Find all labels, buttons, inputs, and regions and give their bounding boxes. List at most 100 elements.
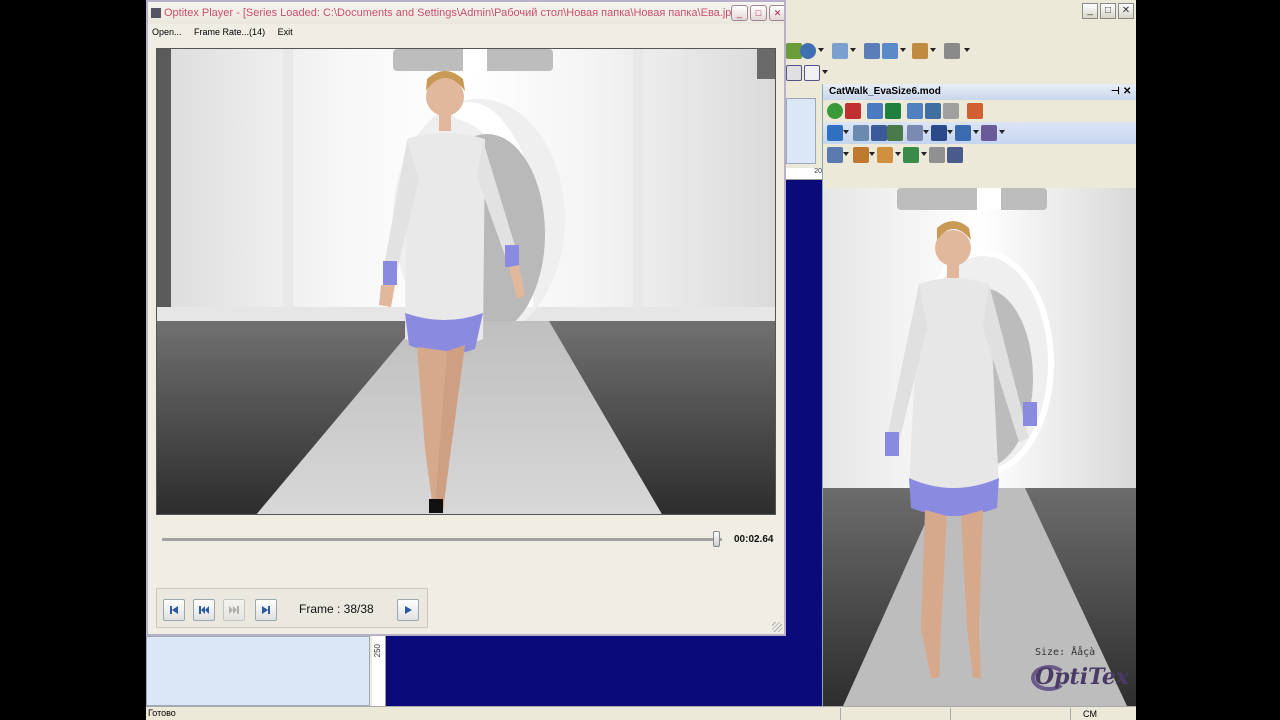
zoom-icon[interactable]: [853, 125, 869, 141]
axis-icon[interactable]: [827, 125, 843, 141]
chevron-down-icon[interactable]: [930, 48, 936, 52]
chevron-down-icon[interactable]: [999, 130, 1005, 134]
grid-icon[interactable]: [943, 103, 959, 119]
tshirt-icon[interactable]: [877, 147, 893, 163]
playback-controls: Frame : 38/38: [156, 588, 428, 628]
workspace-area[interactable]: [786, 180, 822, 706]
optitex-logo: OptiTex: [1035, 664, 1130, 690]
workspace-area-lower[interactable]: [386, 636, 822, 706]
play-icon: [405, 606, 412, 614]
page-icon[interactable]: [804, 65, 820, 81]
chevron-down-icon[interactable]: [850, 48, 856, 52]
player-viewport[interactable]: [156, 48, 776, 515]
chevron-down-icon[interactable]: [895, 152, 901, 156]
player-title: Optitex Player - [Series Loaded: C:\Docu…: [164, 7, 741, 19]
menu-open[interactable]: Open...: [152, 27, 182, 37]
catwalk-toolbar-3: [823, 144, 1136, 166]
delete-icon[interactable]: [845, 103, 861, 119]
chevron-down-icon[interactable]: [964, 48, 970, 52]
main-toolbar-row-2: [786, 62, 846, 84]
fabric-icon[interactable]: [967, 103, 983, 119]
catwalk-panel-titlebar: CatWalk_EvaSize6.mod ⊣ ✕: [823, 84, 1136, 100]
pieces-panel[interactable]: [146, 636, 370, 706]
pin-icon[interactable]: ⊣: [1111, 84, 1120, 100]
catwalk-panel: CatWalk_EvaSize6.mod ⊣ ✕ Size: Ååçà Opti…: [822, 84, 1136, 706]
stitch-icon[interactable]: [887, 125, 903, 141]
app-icon: [151, 8, 161, 18]
status-cell-unit: CM: [1070, 708, 1136, 720]
catwalk-3d-view[interactable]: Size: Ååçà: [823, 188, 1136, 706]
monitor-icon[interactable]: [931, 125, 947, 141]
chevron-down-icon[interactable]: [822, 70, 828, 74]
menu-exit[interactable]: Exit: [278, 27, 293, 37]
maximize-button[interactable]: □: [750, 5, 767, 21]
chevron-down-icon[interactable]: [869, 152, 875, 156]
menu-frame-rate[interactable]: Frame Rate...(14): [194, 27, 265, 37]
close-icon[interactable]: ✕: [1123, 84, 1131, 100]
chevron-down-icon[interactable]: [947, 130, 953, 134]
chevron-down-icon[interactable]: [923, 130, 929, 134]
catwalk-scene-image: [823, 188, 1136, 706]
chevron-down-icon[interactable]: [973, 130, 979, 134]
play-button[interactable]: [397, 599, 419, 621]
close-button[interactable]: ✕: [769, 5, 784, 21]
play-icon[interactable]: [885, 103, 901, 119]
ruler-mark: 20: [814, 168, 822, 175]
step-back-button[interactable]: [193, 599, 215, 621]
text-icon[interactable]: [871, 125, 887, 141]
measure-tool-icon[interactable]: [864, 43, 880, 59]
minimize-button[interactable]: _: [1082, 3, 1098, 19]
document-icon[interactable]: [786, 65, 802, 81]
table-icon[interactable]: [947, 147, 963, 163]
skip-back-icon: [170, 606, 178, 614]
side-panel: [786, 98, 816, 164]
minimize-button[interactable]: _: [731, 5, 748, 21]
step-forward-button[interactable]: [223, 599, 245, 621]
pencil-icon[interactable]: [827, 147, 843, 163]
status-cell: [840, 708, 950, 720]
status-bar: Готово CM: [146, 706, 1136, 720]
player-titlebar[interactable]: Optitex Player - [Series Loaded: C:\Docu…: [148, 2, 784, 24]
catwalk-toolbar-1: [823, 100, 1136, 122]
chevron-down-icon[interactable]: [921, 152, 927, 156]
pen-tool-icon[interactable]: [832, 43, 848, 59]
camera-icon[interactable]: [867, 103, 883, 119]
main-window-titlebar: _ □ ✕: [786, 0, 1136, 22]
time-label: 00:02.64: [734, 534, 774, 545]
first-frame-button[interactable]: [163, 599, 185, 621]
chevron-down-icon[interactable]: [900, 48, 906, 52]
seek-track[interactable]: [162, 538, 722, 541]
close-button[interactable]: ✕: [1118, 3, 1134, 19]
status-cell: [950, 708, 1070, 720]
fast-forward-icon: [229, 606, 239, 614]
people-icon[interactable]: [981, 125, 997, 141]
unit-label: CM: [1083, 709, 1097, 719]
maximize-button[interactable]: □: [1100, 3, 1116, 19]
status-text: Готово: [148, 708, 176, 718]
optitex-player-window: Optitex Player - [Series Loaded: C:\Docu…: [146, 0, 786, 636]
chevron-down-icon[interactable]: [843, 152, 849, 156]
notch-tool-icon[interactable]: [882, 43, 898, 59]
main-toolbar-row-1: [786, 40, 1006, 62]
catwalk-panel-title: CatWalk_EvaSize6.mod: [829, 86, 941, 97]
last-frame-button[interactable]: [255, 599, 277, 621]
piece-tool-icon[interactable]: [944, 43, 960, 59]
frame-counter: Frame : 38/38: [299, 602, 374, 616]
size-label: Size: Ååçà: [1035, 647, 1096, 658]
resize-grip[interactable]: [772, 622, 782, 632]
circle-tool-icon[interactable]: [800, 43, 816, 59]
folder-icon[interactable]: [955, 125, 971, 141]
wand-icon[interactable]: [929, 147, 945, 163]
tape-icon[interactable]: [853, 147, 869, 163]
attach-icon[interactable]: [903, 147, 919, 163]
seek-thumb[interactable]: [712, 531, 720, 547]
frame-icon[interactable]: [907, 103, 923, 119]
chevron-down-icon[interactable]: [843, 130, 849, 134]
recycle-icon[interactable]: [827, 103, 843, 119]
horizontal-ruler: 20: [786, 168, 822, 180]
avatar-icon[interactable]: [907, 125, 923, 141]
vertical-ruler: 250: [372, 636, 386, 706]
chevron-down-icon[interactable]: [818, 48, 824, 52]
pleat-tool-icon[interactable]: [912, 43, 928, 59]
fit-icon[interactable]: [925, 103, 941, 119]
